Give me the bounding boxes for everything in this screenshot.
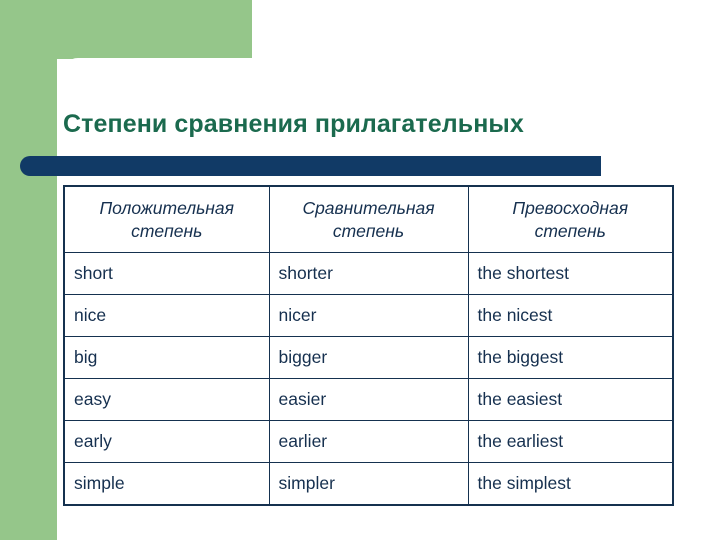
column-header-positive-line1: Положительная bbox=[99, 198, 235, 219]
cell-comparative: bigger bbox=[268, 336, 469, 379]
cell-comparative: earlier bbox=[268, 420, 469, 463]
cell-comparative: shorter bbox=[268, 252, 469, 295]
slide-canvas: Степени сравнения прилагательных Положит… bbox=[0, 0, 720, 540]
cell-superlative: the biggest bbox=[467, 336, 674, 379]
column-header-positive: Положительная степень bbox=[63, 185, 270, 253]
cell-positive: nice bbox=[63, 294, 270, 337]
cell-positive: early bbox=[63, 420, 270, 463]
table-row: nice nicer the nicest bbox=[63, 294, 674, 337]
decorative-green-sidebar-band bbox=[0, 0, 57, 540]
column-header-superlative-line1: Превосходная bbox=[512, 198, 629, 219]
cell-positive: short bbox=[63, 252, 270, 295]
page-title: Степени сравнения прилагательных bbox=[63, 110, 524, 138]
table-row: simple simpler the simplest bbox=[63, 462, 674, 506]
table-row: easy easier the easiest bbox=[63, 378, 674, 421]
cell-comparative: nicer bbox=[268, 294, 469, 337]
column-header-superlative: Превосходная степень bbox=[467, 185, 674, 253]
cell-superlative: the simplest bbox=[467, 462, 674, 506]
column-header-superlative-line2: степень bbox=[534, 220, 606, 241]
cell-superlative: the easiest bbox=[467, 378, 674, 421]
table-header-row: Положительная степень Сравнительная степ… bbox=[63, 185, 674, 253]
cell-comparative: easier bbox=[268, 378, 469, 421]
table-row: big bigger the biggest bbox=[63, 336, 674, 379]
cell-positive: big bbox=[63, 336, 270, 379]
column-header-positive-line2: степень bbox=[131, 220, 203, 241]
column-header-comparative: Сравнительная степень bbox=[268, 185, 469, 253]
cell-comparative: simpler bbox=[268, 462, 469, 506]
cell-positive: simple bbox=[63, 462, 270, 506]
column-header-comparative-line2: степень bbox=[332, 220, 405, 241]
title-accent-bar bbox=[20, 156, 601, 176]
table-row: early earlier the earliest bbox=[63, 420, 674, 463]
cell-positive: easy bbox=[63, 378, 270, 421]
cell-superlative: the earliest bbox=[467, 420, 674, 463]
cell-superlative: the shortest bbox=[467, 252, 674, 295]
degrees-of-comparison-table: Положительная степень Сравнительная степ… bbox=[63, 185, 674, 506]
column-header-comparative-line1: Сравнительная bbox=[302, 198, 435, 219]
cell-superlative: the nicest bbox=[467, 294, 674, 337]
table-row: short shorter the shortest bbox=[63, 252, 674, 295]
